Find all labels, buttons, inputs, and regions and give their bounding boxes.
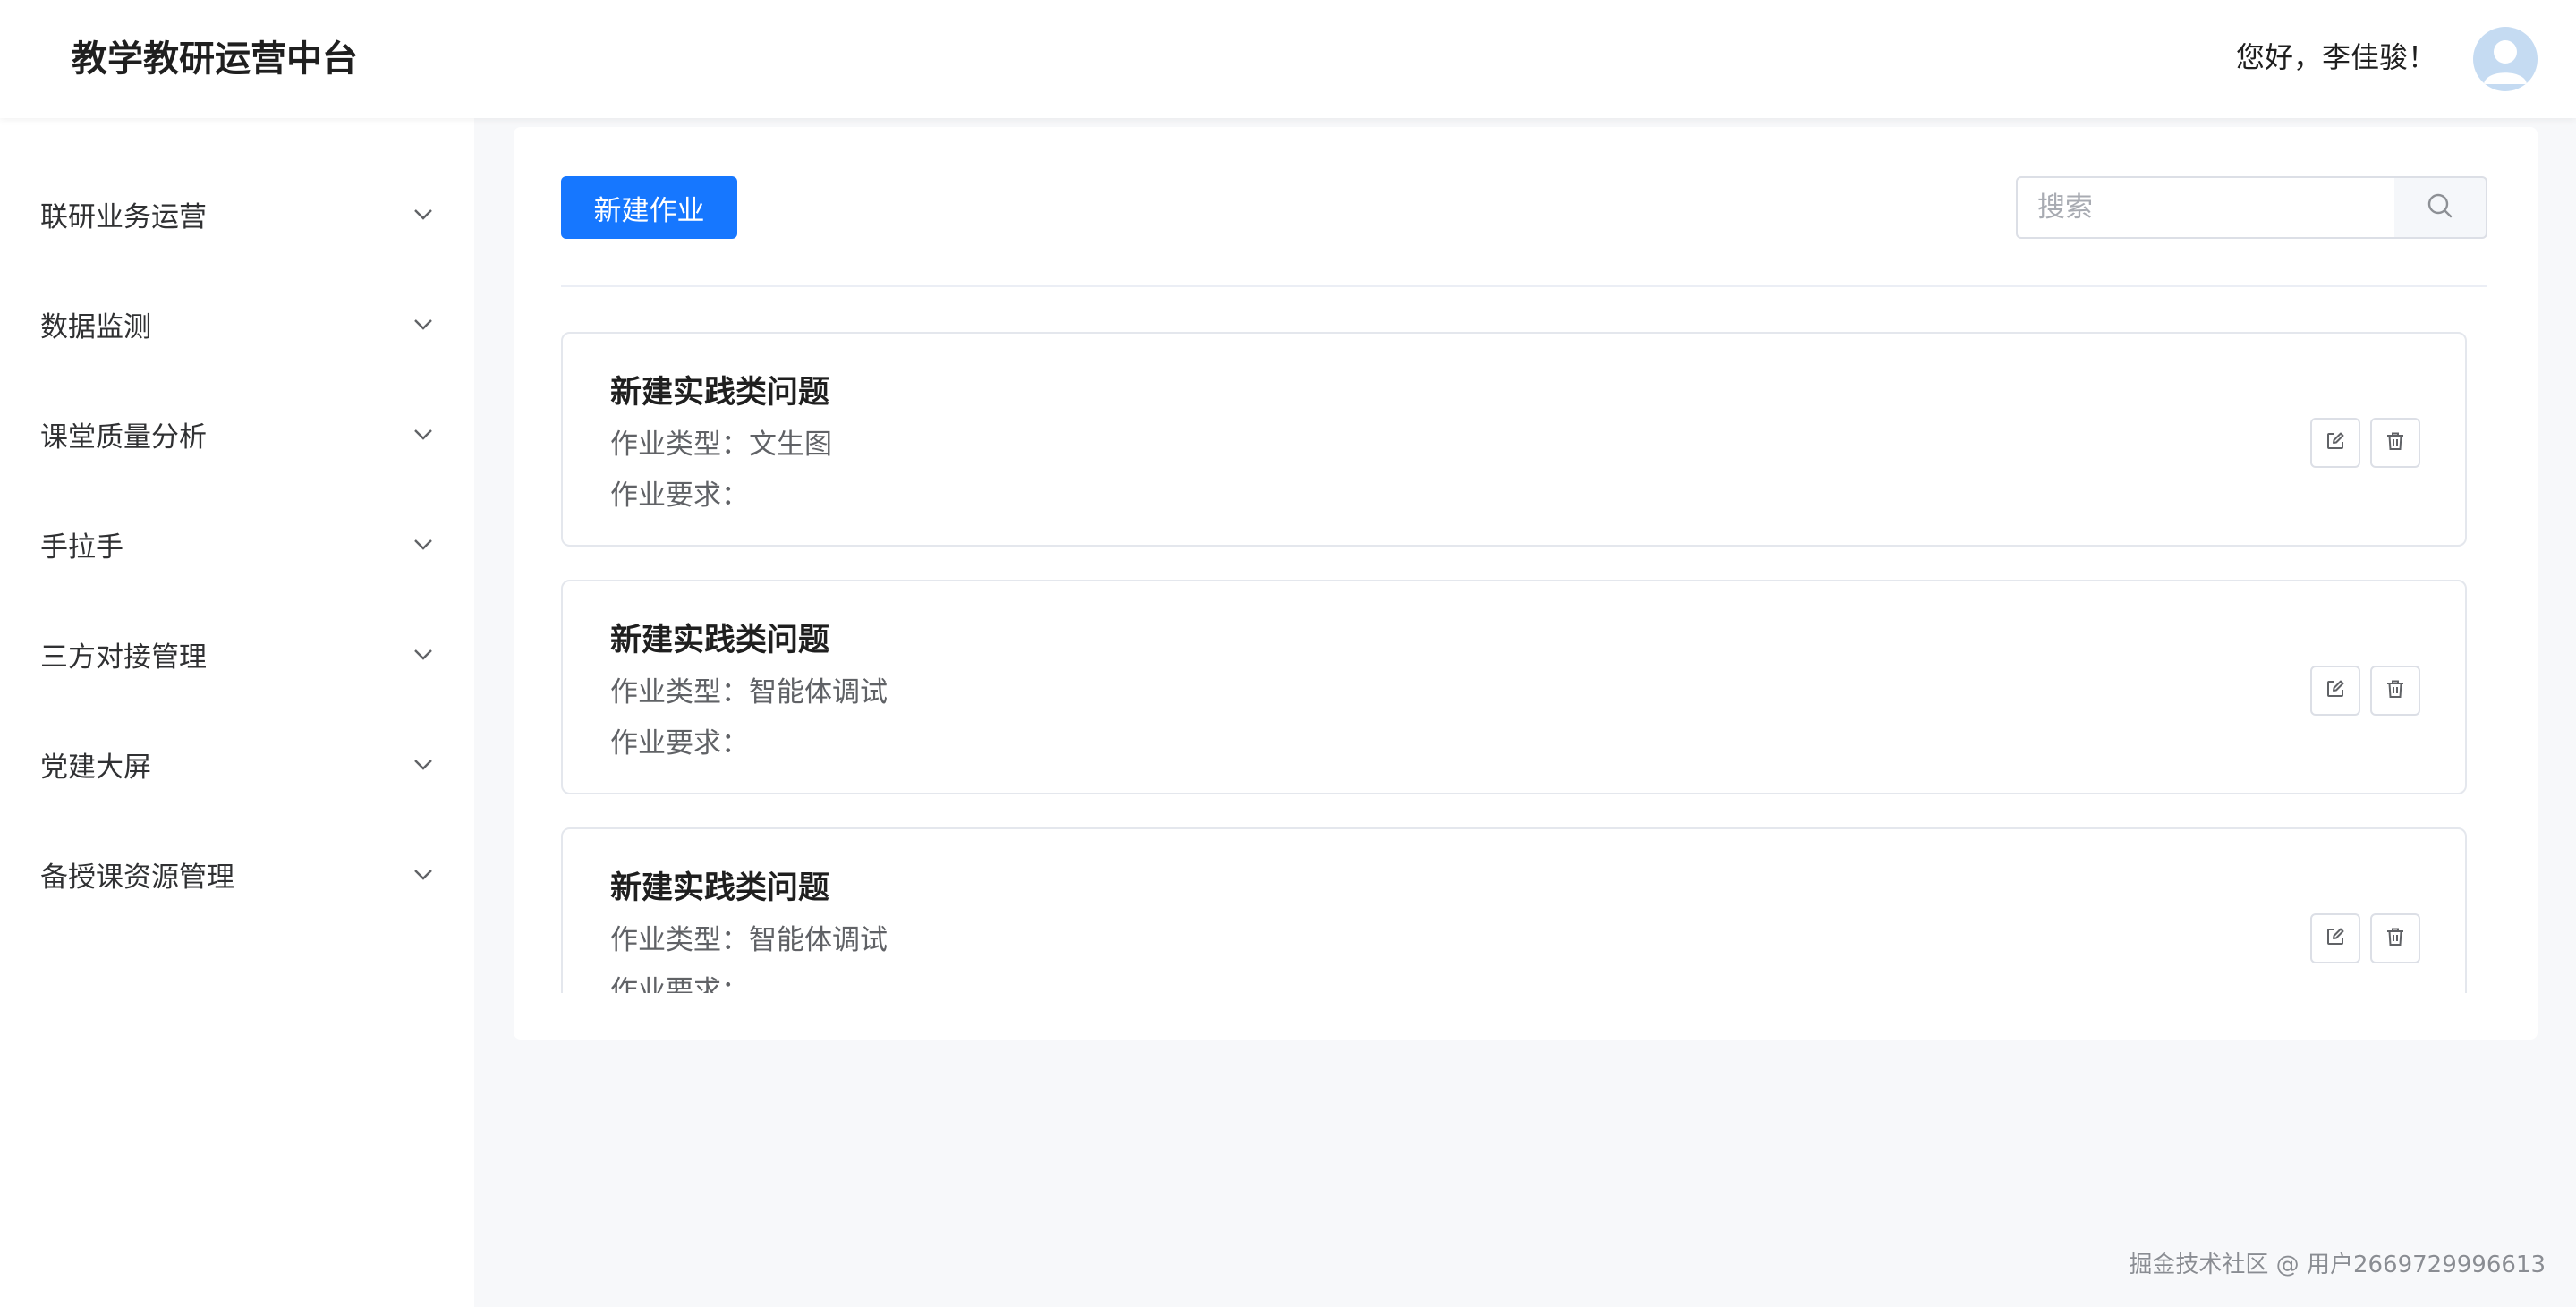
assignment-type: 作业类型：智能体调试 [610,924,888,956]
edit-icon [2325,926,2346,951]
chevron-down-icon [413,755,433,775]
edit-button[interactable] [2310,666,2360,716]
sidebar-item-label: 联研业务运营 [40,201,207,233]
sidebar-item-label: 党建大屏 [40,751,151,784]
assignment-requirement: 作业要求： [610,480,749,512]
assignment-type: 作业类型：智能体调试 [610,676,888,709]
sidebar-item-label: 数据监测 [40,311,151,344]
edit-button[interactable] [2310,913,2360,963]
delete-button[interactable] [2370,913,2420,963]
sidebar-item-third-party[interactable]: 三方对接管理 [0,599,474,709]
trash-icon [2385,678,2406,703]
watermark: 掘金技术社区 @ 用户2669729996613 [2129,1252,2546,1278]
assignment-panel: 新建作业 新建实践类问题 作业类型：文生图 作业要求： [514,127,2538,1040]
sidebar-menu: 联研业务运营 数据监测 课堂质量分析 手拉手 三方对接管理 党建大屏 备授课资源… [0,118,474,1307]
assignment-title: 新建实践类问题 [610,375,830,411]
delete-button[interactable] [2370,418,2420,468]
chevron-down-icon [413,315,433,335]
app-title: 教学教研运营中台 [72,38,358,80]
user-avatar-icon[interactable] [2473,27,2538,91]
delete-button[interactable] [2370,666,2420,716]
search-input[interactable] [2016,176,2396,239]
sidebar-item-label: 三方对接管理 [40,641,207,674]
search-icon [2426,191,2454,224]
search-button[interactable] [2394,176,2487,239]
assignment-card[interactable]: 新建实践类问题 作业类型：智能体调试 作业要求： [561,580,2467,794]
sidebar-item-party-screen[interactable]: 党建大屏 [0,709,474,819]
sidebar-item-data-monitoring[interactable]: 数据监测 [0,269,474,379]
edit-icon [2325,430,2346,455]
sidebar-item-hand-in-hand[interactable]: 手拉手 [0,489,474,599]
assignment-requirement: 作业要求： [610,975,749,993]
sidebar-item-class-quality[interactable]: 课堂质量分析 [0,379,474,489]
user-greeting: 您好，李佳骏！ [2235,40,2436,74]
assignment-title: 新建实践类问题 [610,870,830,906]
chevron-down-icon [413,645,433,665]
edit-button[interactable] [2310,418,2360,468]
chevron-down-icon [413,865,433,885]
toolbar-divider [561,285,2487,287]
top-header: 教学教研运营中台 您好，李佳骏！ [0,0,2576,118]
chevron-down-icon [413,535,433,555]
sidebar-item-lesson-resources[interactable]: 备授课资源管理 [0,819,474,929]
assignment-card[interactable]: 新建实践类问题 作业类型：智能体调试 作业要求： [561,827,2467,993]
chevron-down-icon [413,425,433,445]
sidebar-item-label: 课堂质量分析 [40,421,207,454]
sidebar-item-label: 手拉手 [40,531,123,564]
assignment-card[interactable]: 新建实践类问题 作业类型：文生图 作业要求： [561,332,2467,547]
trash-icon [2385,430,2406,455]
sidebar-item-label: 备授课资源管理 [40,861,234,894]
sidebar-item-joint-research-ops[interactable]: 联研业务运营 [0,159,474,269]
chevron-down-icon [413,205,433,225]
trash-icon [2385,926,2406,951]
assignment-list[interactable]: 新建实践类问题 作业类型：文生图 作业要求： 新建实践类问题 作业类型：智能体调… [561,332,2487,993]
new-assignment-button[interactable]: 新建作业 [561,176,737,239]
edit-icon [2325,678,2346,703]
assignment-type: 作业类型：文生图 [610,429,832,461]
assignment-requirement: 作业要求： [610,727,749,760]
assignment-title: 新建实践类问题 [610,623,830,658]
